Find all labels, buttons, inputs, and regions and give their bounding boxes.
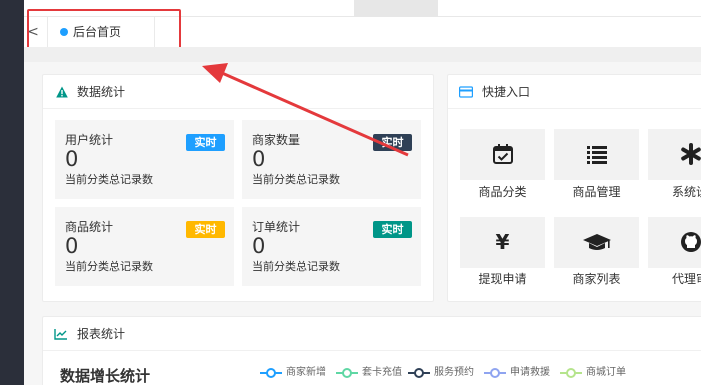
yen-icon: ¥ — [495, 230, 510, 254]
legend-item[interactable]: 套卡充值 — [336, 366, 416, 380]
stat-label: 商品统计 — [65, 220, 114, 234]
realtime-badge: 实时 — [373, 221, 412, 238]
stat-desc: 当前分类总记录数 — [65, 173, 153, 186]
stat-desc: 当前分类总记录数 — [252, 260, 340, 273]
stat-merchants[interactable]: 商家数量 实时 0 当前分类总记录数 — [242, 120, 421, 199]
stat-users[interactable]: 用户统计 实时 0 当前分类总记录数 — [55, 120, 234, 199]
quick-item-label: 代理审 — [671, 272, 701, 286]
legend-item[interactable]: 服务预约 — [408, 366, 488, 380]
quick-entry-header: 快捷入口 — [448, 75, 701, 109]
realtime-badge: 实时 — [373, 134, 412, 151]
quick-item-settings[interactable] — [648, 129, 701, 180]
quick-item-label: 商品分类 — [478, 185, 527, 199]
github-icon — [680, 232, 701, 252]
legend-item[interactable]: 申请救援 — [484, 366, 564, 380]
stat-label: 订单统计 — [252, 220, 301, 234]
legend-item[interactable]: 商城订单 — [560, 366, 640, 380]
quick-entry-title: 快捷入口 — [482, 85, 531, 99]
quick-item-agent[interactable] — [648, 217, 701, 268]
calendar-check-icon — [492, 144, 513, 164]
quick-item-products[interactable] — [554, 129, 639, 180]
stat-value: 0 — [65, 147, 79, 171]
stat-value: 0 — [252, 234, 266, 258]
warning-icon — [56, 86, 68, 98]
stat-label: 商家数量 — [252, 133, 301, 147]
left-sidebar-strip — [0, 0, 24, 385]
stats-card: 数据统计 用户统计 实时 0 当前分类总记录数 商家数量 实时 0 当前分类总记… — [42, 74, 434, 302]
list-icon — [586, 146, 607, 164]
stats-card-header: 数据统计 — [43, 75, 433, 109]
tab-divider — [24, 47, 701, 62]
quick-item-label: 商品管理 — [572, 185, 621, 199]
stat-value: 0 — [65, 234, 79, 258]
quick-item-category[interactable] — [460, 129, 545, 180]
realtime-badge: 实时 — [186, 221, 225, 238]
stat-label: 用户统计 — [65, 133, 114, 147]
quick-item-merchants[interactable] — [554, 217, 639, 268]
main-area: < 后台首页 数据统计 用户统计 实时 0 当前分类总记录数 商家数量 实时 0 — [24, 0, 701, 385]
realtime-badge: 实时 — [186, 134, 225, 151]
quick-item-label: 商家列表 — [572, 272, 621, 286]
quick-item-label: 提现申请 — [478, 272, 527, 286]
quick-entry-card: 快捷入口 商品分类 商品管理 系统 ¥ 提现申请 商家列表 代理 — [447, 74, 701, 302]
line-chart-icon — [54, 329, 67, 340]
report-card-header: 报表统计 — [43, 317, 701, 351]
stat-products[interactable]: 商品统计 实时 0 当前分类总记录数 — [55, 207, 234, 286]
stats-card-title: 数据统计 — [77, 85, 126, 99]
report-card-title: 报表统计 — [77, 327, 126, 341]
asterisk-icon — [680, 143, 701, 165]
legend-item[interactable]: 商家新增 — [260, 366, 340, 380]
graduation-cap-icon — [582, 234, 611, 250]
chart-title: 数据增长统计 — [60, 367, 151, 385]
quick-item-withdraw[interactable]: ¥ — [460, 217, 545, 268]
stat-desc: 当前分类总记录数 — [252, 173, 340, 186]
credit-card-icon — [459, 86, 473, 98]
stat-orders[interactable]: 订单统计 实时 0 当前分类总记录数 — [242, 207, 421, 286]
quick-item-label: 系统设 — [671, 185, 701, 199]
stat-desc: 当前分类总记录数 — [65, 260, 153, 273]
stat-value: 0 — [252, 147, 266, 171]
header-active-indicator[interactable] — [354, 0, 438, 17]
